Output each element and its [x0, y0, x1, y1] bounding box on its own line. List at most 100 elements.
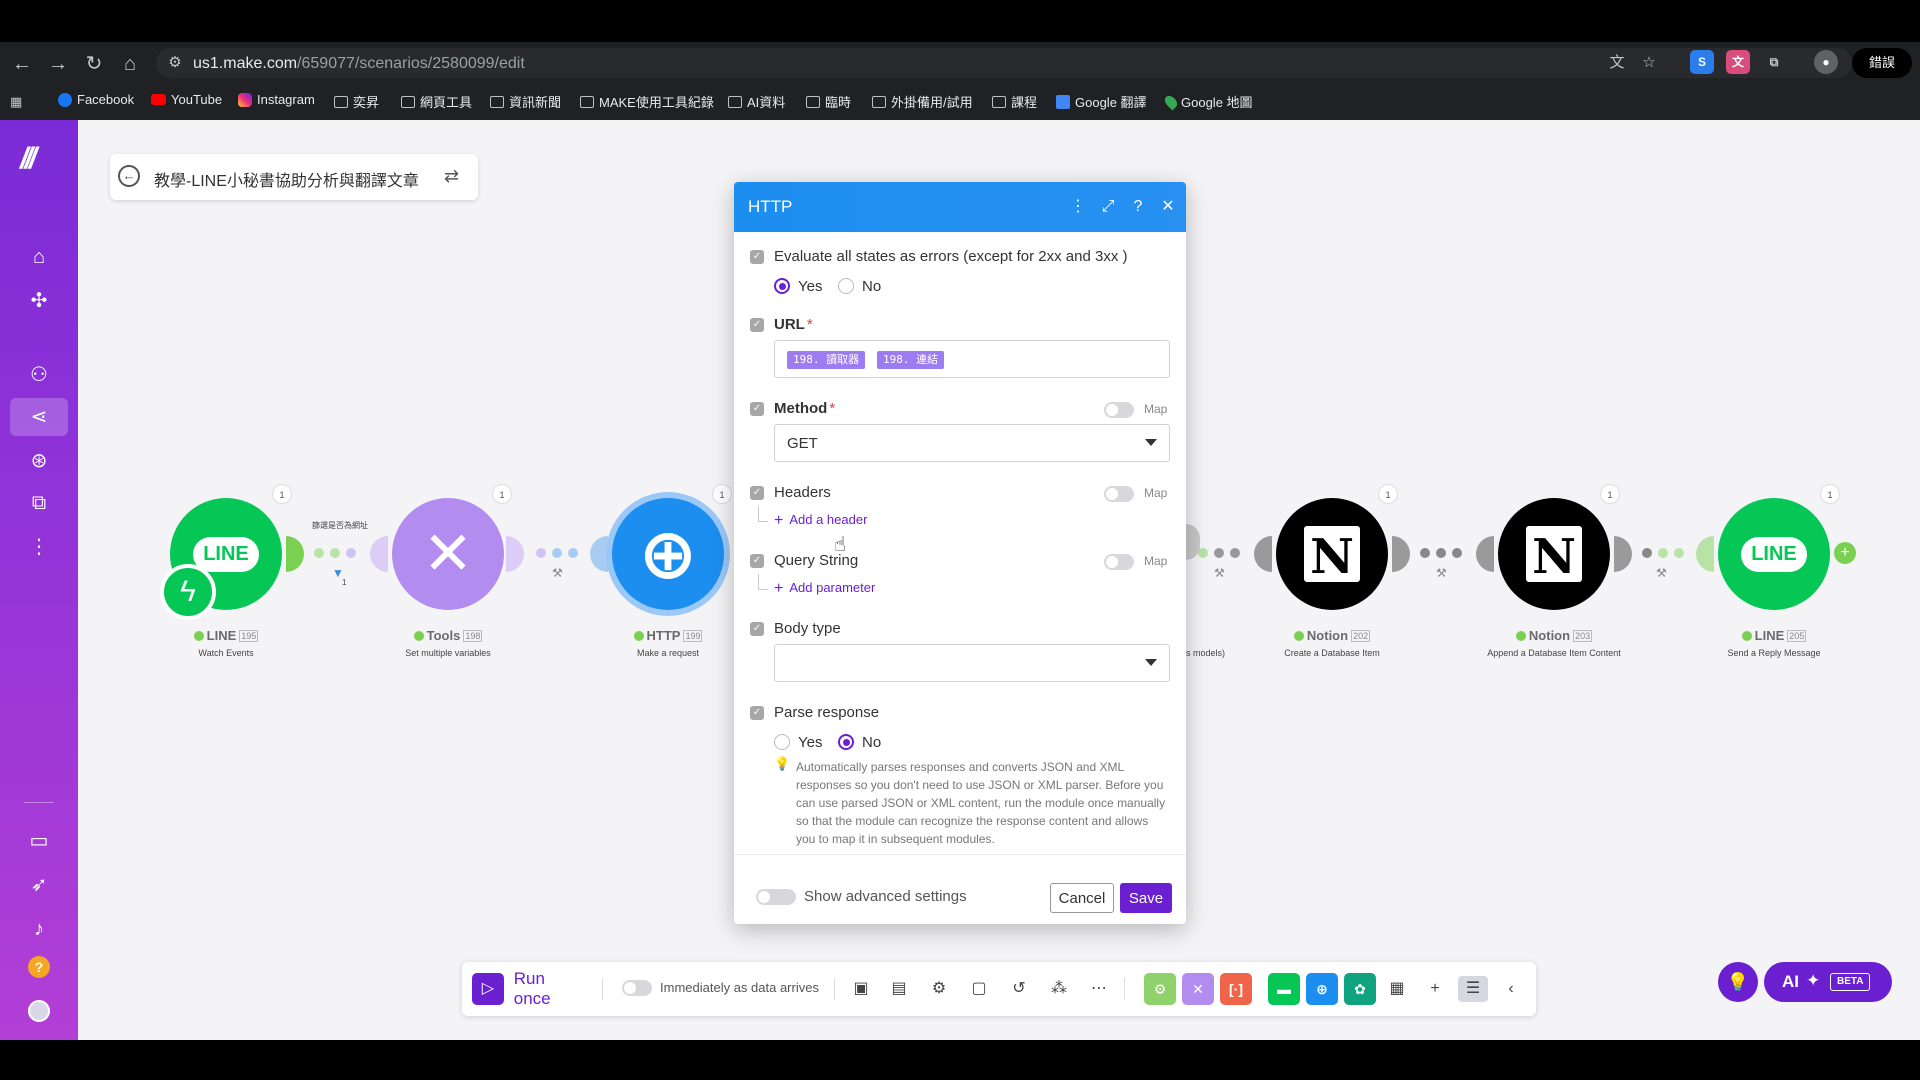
headers-map-toggle[interactable]	[1104, 486, 1134, 502]
bookmark-folder[interactable]: 臨時	[806, 92, 851, 111]
wrench-icon[interactable]: ⚒	[552, 566, 563, 580]
bookmark-facebook[interactable]: Facebook	[58, 92, 134, 107]
close-icon[interactable]: ✕	[1158, 196, 1178, 218]
field-checkbox[interactable]: ✓	[750, 318, 764, 332]
query-map-toggle[interactable]	[1104, 554, 1134, 570]
parse-yes-radio[interactable]	[774, 734, 790, 750]
bookmark-folder[interactable]: 奕昇	[334, 92, 379, 111]
add-parameter-link[interactable]: + Add parameter	[774, 580, 875, 598]
team-icon[interactable]: ⚇	[20, 356, 58, 394]
module-notion-append[interactable]: N	[1498, 498, 1610, 610]
wrench-icon[interactable]: ⚒	[1436, 566, 1447, 580]
translate-icon[interactable]: 文	[1606, 52, 1628, 74]
extension-s-icon[interactable]: S	[1690, 50, 1714, 74]
schedule-toggle[interactable]	[622, 980, 652, 996]
bookmark-folder[interactable]: 外掛備用/試用	[872, 92, 973, 111]
apps-grid-icon[interactable]: ▦	[1384, 976, 1410, 1002]
url-mapped-pill[interactable]: 198. 連結	[877, 351, 945, 369]
back-arrow-icon[interactable]: ←	[118, 165, 140, 187]
field-checkbox[interactable]: ✓	[750, 250, 764, 264]
bookmark-youtube[interactable]: YouTube	[151, 92, 222, 107]
auto-align-wand-icon[interactable]: ⁂	[1046, 976, 1072, 1002]
filter-label[interactable]: 篩選是否為網址	[312, 520, 368, 531]
bookmark-folder[interactable]: 資訊新聞	[490, 92, 561, 111]
profile-icon[interactable]: ●	[1814, 50, 1838, 74]
forward-arrow-icon[interactable]: →	[44, 50, 72, 78]
add-module-plus-icon[interactable]: +	[1834, 542, 1856, 564]
avatar[interactable]	[28, 1000, 50, 1022]
more-vertical-icon[interactable]: ⋮	[1068, 196, 1088, 218]
field-checkbox[interactable]: ✓	[750, 554, 764, 568]
extension-translate-icon[interactable]: 文	[1726, 50, 1750, 74]
star-icon[interactable]: ☆	[1638, 52, 1660, 74]
url-input[interactable]: 198. 讀取器 198. 連結	[774, 340, 1170, 378]
more-horizontal-icon[interactable]: ⋯	[1086, 976, 1112, 1002]
module-http[interactable]: ⊕	[606, 492, 730, 616]
help-icon[interactable]: ?	[28, 956, 50, 978]
wrench-icon[interactable]: ⚒	[1656, 566, 1667, 580]
ai-assistant-button[interactable]: AI ✦ BETA	[1764, 962, 1892, 1002]
error-button[interactable]: 錯誤	[1852, 48, 1912, 78]
undo-icon[interactable]: ↺	[1006, 976, 1032, 1002]
wrench-icon[interactable]: ⚒	[1214, 566, 1225, 580]
text-parser-icon[interactable]: [·]	[1220, 973, 1252, 1005]
scenario-title[interactable]: 教學-LINE小秘書協助分析與翻譯文章	[154, 167, 419, 191]
route-connector[interactable]	[1642, 548, 1684, 558]
swap-icon[interactable]: ⇄	[444, 166, 459, 187]
home-icon[interactable]: ⌂	[20, 238, 58, 276]
url-mapped-pill[interactable]: 198. 讀取器	[787, 351, 866, 369]
scheduling-icon[interactable]: ▤	[886, 976, 912, 1002]
add-icon[interactable]: +	[1422, 976, 1448, 1002]
module-line-reply[interactable]: LINE	[1718, 498, 1830, 610]
bookmark-google-maps[interactable]: Google 地圖	[1162, 92, 1253, 111]
make-logo-icon[interactable]: ///	[20, 142, 60, 175]
address-bar[interactable]: ⚙ us1.make.com/659077/scenarios/2580099/…	[156, 48, 1852, 78]
flow-control-icon[interactable]: ⚙	[1144, 973, 1176, 1005]
http-app-icon[interactable]: ⊕	[1306, 973, 1338, 1005]
bookmark-instagram[interactable]: Instagram	[238, 92, 315, 107]
method-select[interactable]: GET	[774, 424, 1170, 462]
bookmark-folder[interactable]: AI資料	[728, 92, 785, 111]
module-notion-create[interactable]: N	[1276, 498, 1388, 610]
openai-app-icon[interactable]: ✿	[1344, 973, 1376, 1005]
gear-icon[interactable]: ⚙	[926, 976, 952, 1002]
parse-no-radio[interactable]	[838, 734, 854, 750]
share-icon[interactable]: ⋖	[10, 398, 68, 436]
bookmark-folder[interactable]: 課程	[992, 92, 1037, 111]
site-settings-icon[interactable]: ⚙	[164, 52, 186, 74]
expand-icon[interactable]: ⤢	[1098, 196, 1118, 218]
bookmark-google-translate[interactable]: Google 翻譯	[1056, 92, 1147, 111]
puzzle-icon[interactable]: ⧉	[20, 484, 58, 522]
evaluate-yes-radio[interactable]	[774, 278, 790, 294]
home-icon[interactable]: ⌂	[116, 50, 144, 78]
book-icon[interactable]: ▭	[20, 822, 58, 860]
connections-icon[interactable]: ⊛	[20, 442, 58, 480]
save-disk-icon[interactable]: ▣	[848, 976, 874, 1002]
reload-icon[interactable]: ↻	[80, 50, 108, 78]
puzzle-icon[interactable]: ⧉	[1762, 50, 1786, 74]
save-button[interactable]: Save	[1120, 883, 1172, 913]
more-vertical-icon[interactable]: ⋮	[20, 528, 58, 566]
trigger-lightning-icon[interactable]: ϟ	[160, 564, 216, 620]
scenarios-network-icon[interactable]: ✣	[20, 282, 58, 320]
back-arrow-icon[interactable]: ←	[8, 50, 36, 78]
apps-grid-icon[interactable]: ▦	[10, 94, 22, 110]
evaluate-no-radio[interactable]	[838, 278, 854, 294]
module-tools[interactable]: ✕	[392, 498, 504, 610]
checklist-icon[interactable]: ☰	[1458, 976, 1488, 1002]
bookmark-folder[interactable]: MAKE使用工具紀錄	[580, 92, 714, 111]
bell-icon[interactable]: ♪	[20, 910, 58, 948]
url-text[interactable]: us1.make.com/659077/scenarios/2580099/ed…	[193, 55, 525, 73]
line-app-icon[interactable]: ▬	[1268, 973, 1300, 1005]
tools-icon[interactable]: ✕	[1182, 973, 1214, 1005]
cancel-button[interactable]: Cancel	[1050, 883, 1114, 913]
route-connector[interactable]	[314, 548, 356, 558]
route-connector[interactable]	[1420, 548, 1462, 558]
help-icon[interactable]: ?	[1128, 196, 1148, 218]
method-map-toggle[interactable]	[1104, 402, 1134, 418]
route-connector[interactable]	[536, 548, 578, 558]
chevron-left-icon[interactable]: ‹	[1498, 976, 1524, 1002]
notes-icon[interactable]: ▢	[966, 976, 992, 1002]
advanced-settings-toggle[interactable]	[756, 889, 796, 905]
run-once-button[interactable]: ▷ Run once	[472, 969, 586, 1008]
